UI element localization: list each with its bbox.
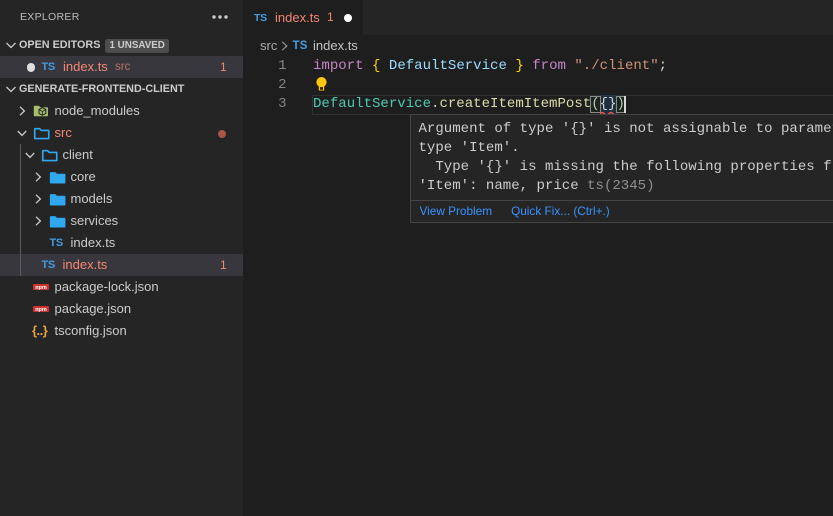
svg-text:npm: npm xyxy=(35,285,47,290)
svg-text:npm: npm xyxy=(35,307,47,312)
